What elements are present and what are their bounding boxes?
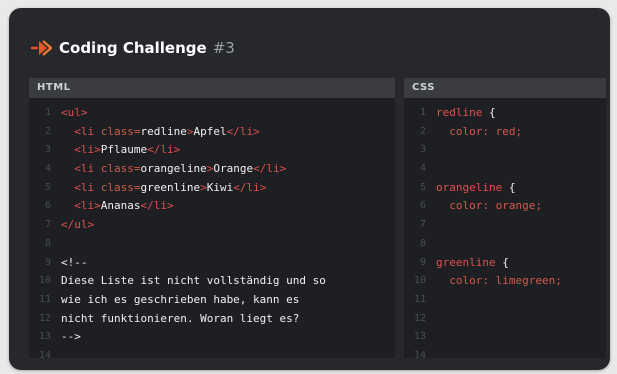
- line-number: 1: [44, 107, 51, 118]
- line-number: 4: [419, 163, 426, 175]
- html-code-line: 12 nicht funktionieren. Woran liegt es?: [29, 310, 395, 329]
- css-code-editor[interactable]: 1 redline { 2 color: red; 3 4 5 orangeline { 6 …: [404, 98, 606, 358]
- challenge-window: Coding Challenge #3 HTML 1 <ul> 2 <li clas…: [9, 8, 610, 370]
- html-code-line: 11 wie ich es geschrieben habe, kann es: [29, 291, 395, 310]
- line-number: 11: [38, 293, 51, 305]
- html-code-line: 6 <li>Ananas</li>: [29, 197, 395, 216]
- line-number: 4: [44, 163, 51, 175]
- css-code-line: 7: [404, 216, 606, 235]
- line-number: 2: [44, 125, 51, 137]
- html-code-line: 14: [29, 347, 395, 358]
- code-text: </ul>: [61, 218, 95, 232]
- html-code-line: 8: [29, 235, 395, 254]
- line-number: 6: [419, 200, 426, 212]
- html-code-line: 9 <!--: [29, 254, 395, 273]
- line-number: 7: [419, 219, 426, 231]
- line-number: 8: [419, 237, 426, 249]
- html-code-line: 3 <li>Pflaume</li>: [29, 141, 395, 160]
- code-text: greenline {: [436, 255, 509, 269]
- html-code-line: 5 <li class=greenline>Kiwi</li>: [29, 179, 395, 198]
- line-number: 12: [38, 312, 51, 324]
- code-text: -->: [61, 330, 81, 344]
- code-text: orangeline {: [436, 180, 516, 194]
- code-text: <li class=redline>Apfel</li>: [74, 124, 260, 138]
- line-number: 1: [419, 107, 426, 118]
- code-text: nicht funktionieren. Woran liegt es?: [61, 311, 300, 325]
- title-bar: Coding Challenge #3: [31, 36, 235, 60]
- css-panel: CSS 1 redline { 2 color: red; 3 4 5 orangeline…: [404, 78, 606, 358]
- css-code-line: 13: [404, 328, 606, 347]
- page-title: Coding Challenge: [59, 39, 207, 57]
- css-code-line: 2 color: red;: [404, 123, 606, 142]
- line-number: 5: [419, 181, 426, 193]
- code-text: <ul>: [61, 106, 88, 119]
- code-text: <li class=orangeline>Orange</li>: [74, 162, 287, 176]
- line-number: 7: [44, 219, 51, 231]
- css-code-line: 14: [404, 347, 606, 358]
- line-number: 10: [413, 275, 426, 287]
- line-number: 11: [413, 293, 426, 305]
- html-code-line: 2 <li class=redline>Apfel</li>: [29, 123, 395, 142]
- html-code-line: 7 </ul>: [29, 216, 395, 235]
- code-text: redline {: [436, 106, 496, 119]
- code-text: <!--: [61, 255, 88, 269]
- code-text: color: orange;: [449, 199, 542, 213]
- css-code-line: 11: [404, 291, 606, 310]
- brand-logo-icon: [31, 40, 53, 56]
- line-number: 2: [419, 125, 426, 137]
- code-text: wie ich es geschrieben habe, kann es: [61, 292, 300, 306]
- html-panel: HTML 1 <ul> 2 <li class=redline>Apfel</li>…: [29, 78, 395, 358]
- line-number: 3: [44, 144, 51, 156]
- line-number: 13: [38, 331, 51, 343]
- line-number: 14: [413, 349, 426, 358]
- code-text: Diese Liste ist nicht vollständig und so: [61, 274, 326, 288]
- code-text: color: red;: [449, 124, 523, 138]
- css-code-line: 4: [404, 160, 606, 179]
- css-panel-label: CSS: [404, 78, 606, 98]
- css-code-line: 12: [404, 310, 606, 329]
- css-code-line: 8: [404, 235, 606, 254]
- line-number: 9: [44, 256, 51, 268]
- line-number: 12: [413, 312, 426, 324]
- line-number: 8: [44, 237, 51, 249]
- html-code-line: 4 <li class=orangeline>Orange</li>: [29, 160, 395, 179]
- css-code-line: 3: [404, 141, 606, 160]
- code-text: <li class=greenline>Kiwi</li>: [74, 180, 267, 194]
- css-code-line: 10 color: limegreen;: [404, 272, 606, 291]
- css-code-line: 6 color: orange;: [404, 197, 606, 216]
- html-code-editor[interactable]: 1 <ul> 2 <li class=redline>Apfel</li> 3 <li…: [29, 98, 395, 358]
- line-number: 9: [419, 256, 426, 268]
- html-panel-label: HTML: [29, 78, 395, 98]
- css-code-line: 1 redline {: [404, 104, 606, 123]
- line-number: 3: [419, 144, 426, 156]
- html-code-line: 10 Diese Liste ist nicht vollständig und …: [29, 272, 395, 291]
- css-code-line: 9 greenline {: [404, 254, 606, 273]
- css-code-line: 5 orangeline {: [404, 179, 606, 198]
- line-number: 10: [38, 275, 51, 287]
- line-number: 13: [413, 331, 426, 343]
- html-code-line: 1 <ul>: [29, 104, 395, 123]
- line-number: 6: [44, 200, 51, 212]
- code-text: color: limegreen;: [449, 274, 562, 288]
- challenge-number: #3: [212, 39, 235, 57]
- code-text: <li>Pflaume</li>: [74, 143, 181, 157]
- line-number: 14: [38, 349, 51, 358]
- code-text: <li>Ananas</li>: [74, 199, 174, 213]
- html-code-line: 13 -->: [29, 328, 395, 347]
- line-number: 5: [44, 181, 51, 193]
